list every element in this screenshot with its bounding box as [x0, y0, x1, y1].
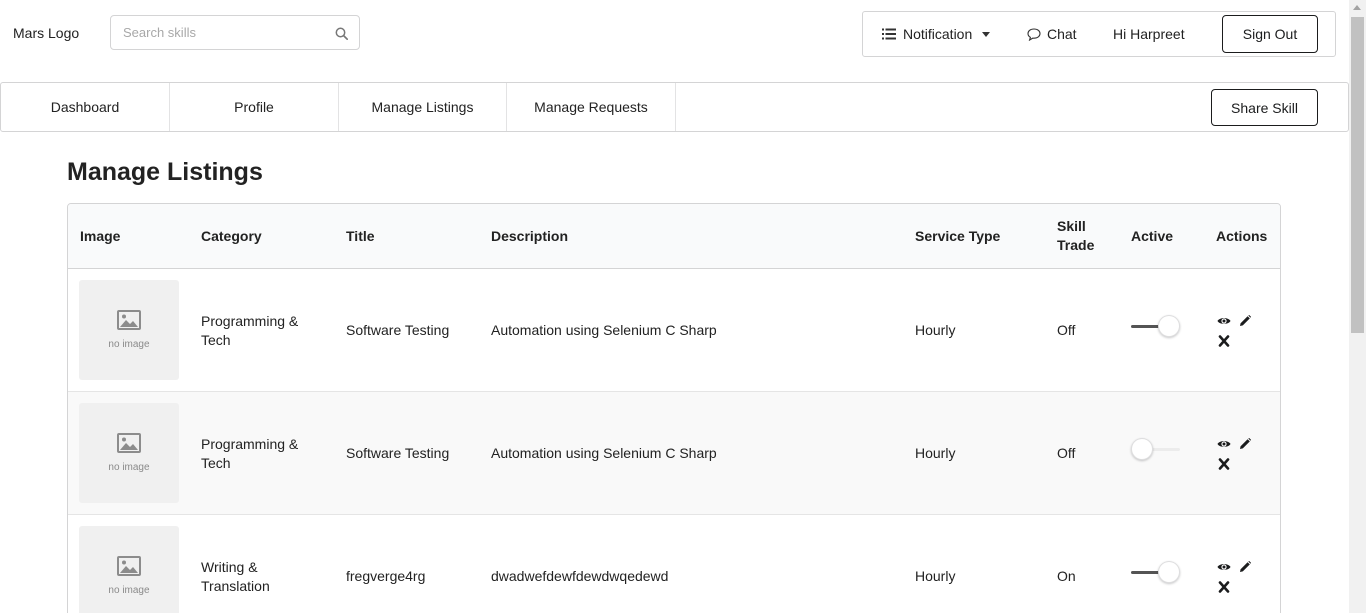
- category-line-2: Tech: [201, 332, 231, 348]
- category-line-2: Tech: [201, 455, 231, 471]
- category-line-1: Writing &: [201, 559, 258, 575]
- skill-trade-cell: On: [1057, 568, 1076, 584]
- listings-table: Image Category Title Description Service…: [67, 203, 1281, 613]
- vertical-scrollbar[interactable]: [1349, 0, 1366, 613]
- scrollbar-thumb[interactable]: [1351, 17, 1364, 333]
- active-toggle[interactable]: [1131, 438, 1183, 462]
- chat-bubble-icon: [1027, 27, 1041, 41]
- header-service-type: Service Type: [915, 228, 1001, 244]
- pencil-icon[interactable]: [1238, 438, 1252, 450]
- pencil-icon[interactable]: [1238, 315, 1252, 327]
- title-cell: Software Testing: [346, 322, 450, 338]
- category-line-1: Programming &: [201, 436, 299, 452]
- skill-trade-cell: Off: [1057, 322, 1076, 338]
- chat-label: Chat: [1047, 26, 1077, 42]
- notification-label: Notification: [903, 26, 973, 42]
- service-type-cell: Hourly: [915, 568, 956, 584]
- active-toggle[interactable]: [1131, 561, 1183, 585]
- description-cell: dwadwefdewfdewdwqedewd: [491, 568, 669, 584]
- category-line-2: Translation: [201, 578, 270, 594]
- eye-icon[interactable]: [1217, 315, 1231, 327]
- search-box: [110, 15, 360, 50]
- header-image: Image: [80, 228, 121, 244]
- toggle-knob: [1158, 561, 1180, 583]
- sign-out-button[interactable]: Sign Out: [1222, 15, 1318, 53]
- top-menu: Notification Chat Hi Harpreet Sign Out: [862, 11, 1336, 57]
- close-icon[interactable]: [1217, 335, 1231, 347]
- toggle-knob: [1131, 438, 1153, 460]
- share-skill-button[interactable]: Share Skill: [1211, 89, 1318, 126]
- table-row: no image Writing & Translation fregverge…: [68, 515, 1280, 613]
- chevron-down-icon: [982, 31, 991, 37]
- list-icon: [882, 28, 896, 40]
- category-line-1: Programming &: [201, 313, 299, 329]
- description-cell: Automation using Selenium C Sharp: [491, 322, 717, 338]
- category-cell: Writing & Translation: [201, 558, 270, 596]
- header-active: Active: [1131, 228, 1174, 244]
- table-row: no image Programming & Tech Software Tes…: [68, 269, 1280, 392]
- table-row: no image Programming & Tech Software Tes…: [68, 392, 1280, 515]
- scroll-up-arrow-icon[interactable]: [1353, 5, 1361, 10]
- title-cell: fregverge4rg: [346, 568, 426, 584]
- header-title: Title: [346, 228, 375, 244]
- chat-link[interactable]: Chat: [1027, 12, 1077, 56]
- header-skill-trade-line-2: Trade: [1057, 237, 1095, 253]
- category-cell: Programming & Tech: [201, 312, 298, 350]
- header-skill-trade: Skill Trade: [1057, 217, 1094, 255]
- listing-image: no image: [79, 280, 179, 380]
- header-description: Description: [491, 228, 569, 244]
- category-cell: Programming & Tech: [201, 435, 298, 473]
- description-cell: Automation using Selenium C Sharp: [491, 445, 717, 461]
- mars-logo[interactable]: Mars Logo: [13, 25, 79, 41]
- tab-dashboard[interactable]: Dashboard: [1, 83, 170, 131]
- notification-dropdown[interactable]: Notification: [882, 12, 991, 56]
- service-type-cell: Hourly: [915, 322, 956, 338]
- close-icon[interactable]: [1217, 458, 1231, 470]
- listing-image: no image: [79, 403, 179, 503]
- image-icon: [117, 556, 141, 576]
- header-actions: Actions: [1216, 228, 1268, 244]
- no-image-label: no image: [108, 462, 150, 473]
- tab-manage-requests[interactable]: Manage Requests: [507, 83, 676, 131]
- user-greeting[interactable]: Hi Harpreet: [1113, 12, 1185, 56]
- close-icon[interactable]: [1217, 581, 1231, 593]
- toggle-knob: [1158, 315, 1180, 337]
- header-category: Category: [201, 228, 262, 244]
- eye-icon[interactable]: [1217, 438, 1231, 450]
- service-type-cell: Hourly: [915, 445, 956, 461]
- active-toggle[interactable]: [1131, 315, 1183, 339]
- skill-trade-cell: Off: [1057, 445, 1076, 461]
- table-header: Image Category Title Description Service…: [68, 204, 1280, 269]
- listing-image: no image: [79, 526, 179, 613]
- tab-manage-listings[interactable]: Manage Listings: [339, 83, 507, 131]
- header-skill-trade-line-1: Skill: [1057, 218, 1086, 234]
- tab-profile[interactable]: Profile: [170, 83, 339, 131]
- image-icon: [117, 433, 141, 453]
- title-cell: Software Testing: [346, 445, 450, 461]
- tab-menu: Dashboard Profile Manage Listings Manage…: [0, 82, 1349, 132]
- no-image-label: no image: [108, 339, 150, 350]
- eye-icon[interactable]: [1217, 561, 1231, 573]
- image-icon: [117, 310, 141, 330]
- page-title: Manage Listings: [67, 158, 263, 186]
- pencil-icon[interactable]: [1238, 561, 1252, 573]
- search-icon[interactable]: [335, 27, 348, 40]
- no-image-label: no image: [108, 585, 150, 596]
- search-input[interactable]: [111, 16, 321, 49]
